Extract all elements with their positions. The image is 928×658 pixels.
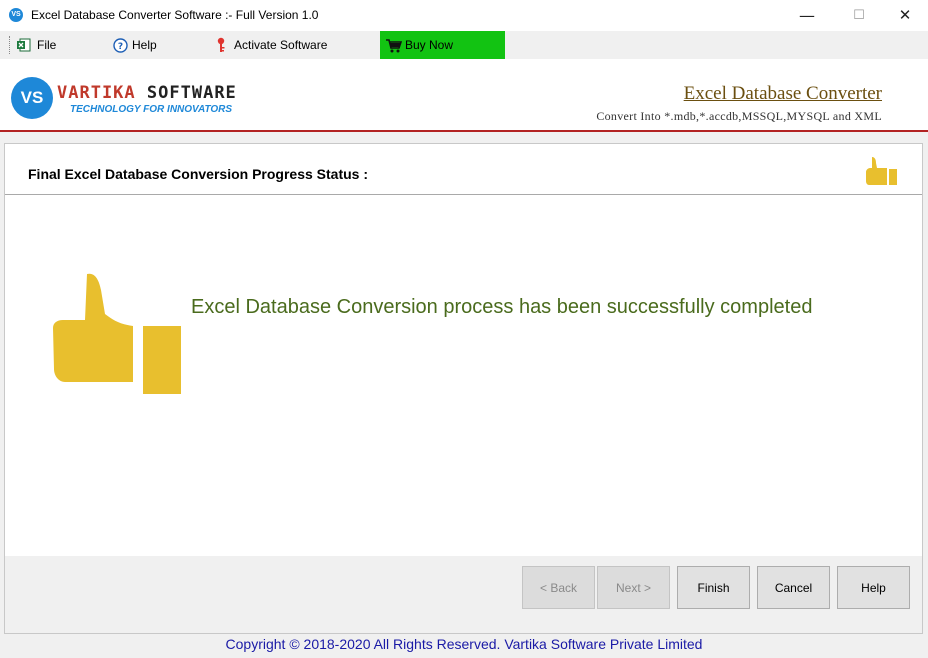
app-header: VS VARTIKA SOFTWARE TECHNOLOGY FOR INNOV… — [0, 59, 928, 132]
thumbs-up-icon — [53, 273, 181, 394]
status-panel: Final Excel Database Conversion Progress… — [4, 143, 923, 634]
buy-now-label: Buy Now — [405, 38, 454, 52]
menu-bar: File ? Help Activate Software Buy Now — [0, 31, 928, 59]
excel-icon — [17, 38, 31, 52]
menu-file-label: File — [37, 38, 57, 52]
brand-name: VARTIKA SOFTWARE — [57, 83, 237, 103]
menu-help[interactable]: ? Help — [113, 31, 157, 59]
key-icon — [217, 37, 225, 52]
menu-activate-label: Activate Software — [234, 38, 328, 52]
brand-tagline: TECHNOLOGY FOR INNOVATORS — [70, 104, 233, 115]
next-button[interactable]: Next > — [597, 566, 670, 609]
brand-name-part1: VARTIKA — [57, 83, 136, 103]
close-button[interactable]: ✕ — [882, 0, 928, 31]
minimize-button[interactable]: — — [784, 0, 830, 31]
toolbar-grip — [9, 36, 13, 54]
product-subtitle: Convert Into *.mdb,*.accdb,MSSQL,MYSQL a… — [596, 109, 882, 123]
cart-icon — [386, 38, 402, 52]
button-bar: < Back Next > Finish Cancel Help — [5, 556, 922, 633]
window-title: Excel Database Converter Software :- Ful… — [31, 8, 319, 22]
buy-now-button[interactable]: Buy Now — [380, 31, 505, 59]
copyright-footer: Copyright © 2018-2020 All Rights Reserve… — [225, 636, 703, 652]
finish-button[interactable]: Finish — [677, 566, 750, 609]
maximize-button[interactable]: ☐ — [836, 0, 882, 31]
brand-name-part2: SOFTWARE — [146, 83, 237, 103]
status-heading: Final Excel Database Conversion Progress… — [28, 166, 369, 182]
product-title: Excel Database Converter — [683, 83, 882, 104]
thumbs-up-icon — [866, 157, 897, 185]
menu-file[interactable]: File — [17, 31, 56, 59]
back-button[interactable]: < Back — [522, 566, 595, 609]
logo: VS — [11, 77, 53, 119]
svg-text:?: ? — [118, 42, 123, 52]
title-bar: VS Excel Database Converter Software :- … — [0, 0, 928, 31]
cancel-button[interactable]: Cancel — [757, 566, 830, 609]
app-icon: VS — [9, 8, 23, 22]
help-button[interactable]: Help — [837, 566, 910, 609]
menu-activate[interactable]: Activate Software — [216, 31, 327, 59]
help-icon: ? — [113, 37, 128, 53]
success-message: Excel Database Conversion process has be… — [191, 296, 813, 318]
status-header: Final Excel Database Conversion Progress… — [5, 144, 922, 195]
menu-help-label: Help — [132, 38, 157, 52]
